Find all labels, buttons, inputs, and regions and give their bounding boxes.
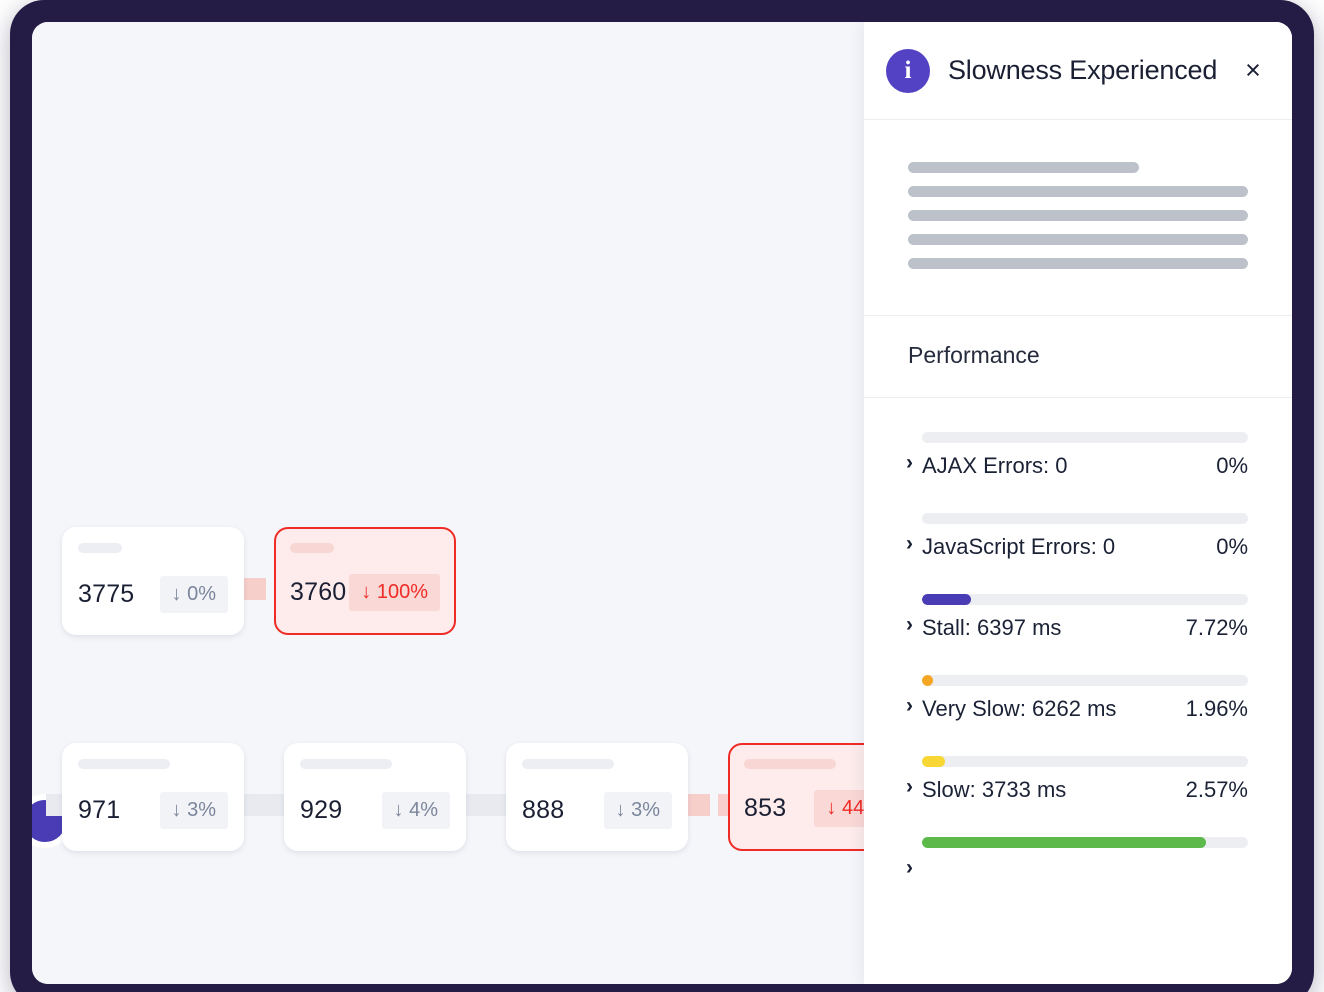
metric-progress-fill	[922, 756, 945, 767]
metric-row-slow[interactable]: › Slow: 3733 ms 2.57%	[864, 756, 1292, 803]
card-title-placeholder	[300, 759, 392, 769]
metric-text-line: AJAX Errors: 0 0%	[922, 453, 1248, 479]
close-icon[interactable]: ×	[1236, 54, 1270, 88]
metric-row-normal[interactable]: ›	[864, 837, 1292, 878]
metric-label: Slow: 3733 ms	[922, 777, 1067, 802]
metric-body: Stall: 6397 ms 7.72%	[922, 594, 1248, 641]
section-title-performance: Performance	[864, 316, 1292, 398]
card-metrics: 971 ↓ 3%	[62, 792, 244, 829]
card-delta-badge: ↓ 0%	[159, 576, 228, 613]
chevron-right-icon[interactable]: ›	[906, 533, 913, 554]
panel-title: Slowness Experienced	[948, 55, 1218, 85]
device-screen: 3775 ↓ 0% 3760 ↓ 100% 971 ↓ 3% 929 ↓ 4% …	[32, 22, 1292, 984]
panel-header: i Slowness Experienced ×	[864, 22, 1292, 120]
card-value: 971	[78, 796, 121, 824]
metric-label: AJAX Errors: 0	[922, 453, 1068, 478]
metric-text-line: Slow: 3733 ms 2.57%	[922, 777, 1248, 803]
panel-description-placeholder	[864, 120, 1292, 316]
metric-progress-fill	[922, 837, 1206, 848]
card-title-placeholder	[290, 543, 334, 553]
card-delta-badge: ↓ 100%	[349, 574, 440, 611]
connector-top-1a	[244, 578, 266, 600]
chevron-right-icon[interactable]: ›	[906, 857, 913, 878]
device-frame: 3775 ↓ 0% 3760 ↓ 100% 971 ↓ 3% 929 ↓ 4% …	[10, 0, 1314, 992]
metric-progress-track	[922, 432, 1248, 443]
flow-card-bottom-0[interactable]: 971 ↓ 3%	[62, 743, 244, 851]
metric-progress-fill	[922, 594, 971, 605]
flow-card-top-0[interactable]: 3775 ↓ 0%	[62, 527, 244, 635]
metric-percent: 7.72%	[1185, 615, 1248, 640]
chevron-right-icon[interactable]: ›	[906, 776, 913, 797]
card-value: 888	[522, 796, 565, 824]
metric-text-line: Very Slow: 6262 ms 1.96%	[922, 696, 1248, 722]
metric-percent: 1.96%	[1185, 696, 1248, 721]
metric-body	[922, 837, 1248, 858]
metric-body: JavaScript Errors: 0 0%	[922, 513, 1248, 560]
metric-label: JavaScript Errors: 0	[922, 534, 1116, 559]
metric-progress-track	[922, 513, 1248, 524]
info-icon: i	[886, 48, 930, 93]
card-metrics: 929 ↓ 4%	[284, 792, 466, 829]
metric-text-line: Stall: 6397 ms 7.72%	[922, 615, 1248, 641]
metric-progress-track	[922, 837, 1248, 848]
card-delta-badge: ↓ 4%	[381, 792, 450, 829]
card-title-placeholder	[744, 759, 836, 769]
card-delta-badge: ↓ 3%	[603, 792, 672, 829]
flow-card-top-1[interactable]: 3760 ↓ 100%	[274, 527, 456, 635]
skeleton-line	[908, 234, 1248, 245]
card-value: 853	[744, 794, 787, 822]
skeleton-line	[908, 162, 1140, 173]
app-root: 3775 ↓ 0% 3760 ↓ 100% 971 ↓ 3% 929 ↓ 4% …	[0, 0, 1324, 992]
metric-text-line: JavaScript Errors: 0 0%	[922, 534, 1248, 560]
metric-row-stall[interactable]: › Stall: 6397 ms 7.72%	[864, 594, 1292, 641]
chevron-right-icon[interactable]: ›	[906, 614, 913, 635]
metric-body: Slow: 3733 ms 2.57%	[922, 756, 1248, 803]
metric-body: Very Slow: 6262 ms 1.96%	[922, 675, 1248, 722]
metric-label: Very Slow: 6262 ms	[922, 696, 1117, 721]
skeleton-line	[908, 186, 1248, 197]
card-delta-badge: ↓ 3%	[159, 792, 228, 829]
skeleton-line	[908, 210, 1248, 221]
flow-card-bottom-2[interactable]: 888 ↓ 3%	[506, 743, 688, 851]
metric-body: AJAX Errors: 0 0%	[922, 432, 1248, 479]
flow-card-bottom-1[interactable]: 929 ↓ 4%	[284, 743, 466, 851]
metric-progress-track	[922, 594, 1248, 605]
card-metrics: 888 ↓ 3%	[506, 792, 688, 829]
metric-progress-track	[922, 756, 1248, 767]
metric-percent: 0%	[1216, 534, 1248, 559]
metric-progress-track	[922, 675, 1248, 686]
card-title-placeholder	[522, 759, 614, 769]
metric-row-ajax-errors[interactable]: › AJAX Errors: 0 0%	[864, 432, 1292, 479]
skeleton-line	[908, 258, 1248, 269]
metric-percent: 2.57%	[1185, 777, 1248, 802]
metric-label: Stall: 6397 ms	[922, 615, 1062, 640]
card-value: 3760	[290, 578, 347, 606]
metric-progress-fill	[922, 675, 934, 686]
card-title-placeholder	[78, 759, 170, 769]
card-value: 929	[300, 796, 343, 824]
chevron-right-icon[interactable]: ›	[906, 695, 913, 716]
metric-row-javascript-errors[interactable]: › JavaScript Errors: 0 0%	[864, 513, 1292, 560]
card-value: 3775	[78, 580, 135, 608]
card-metrics: 3775 ↓ 0%	[62, 576, 244, 613]
metric-percent: 0%	[1216, 453, 1248, 478]
card-metrics: 3760 ↓ 100%	[276, 574, 454, 611]
details-side-panel: i Slowness Experienced × Performance › A…	[864, 22, 1292, 984]
card-title-placeholder	[78, 543, 122, 553]
performance-metrics-list: › AJAX Errors: 0 0% › JavaScript Errors:…	[864, 398, 1292, 984]
chevron-right-icon[interactable]: ›	[906, 452, 913, 473]
metric-row-very-slow[interactable]: › Very Slow: 6262 ms 1.96%	[864, 675, 1292, 722]
connector-bot-3a	[688, 794, 710, 816]
